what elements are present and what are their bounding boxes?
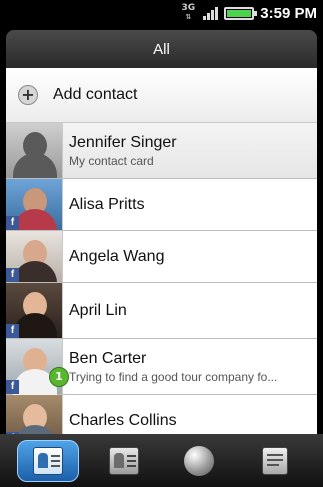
avatar[interactable]: f — [6, 283, 62, 338]
contact-name: Charles Collins — [69, 411, 177, 429]
contact-name: Jennifer Singer — [69, 133, 177, 151]
contact-row-ben-carter[interactable]: f 1 Ben Carter Trying to find a good tou… — [6, 339, 317, 409]
network-label: 3G — [181, 3, 196, 13]
group-cards-icon — [108, 446, 139, 475]
network-3g-icon: 3G ⇅ — [181, 3, 196, 22]
update-count-badge: 1 — [49, 367, 69, 387]
contacts-tab[interactable] — [16, 439, 79, 482]
add-contact-label: Add contact — [53, 86, 138, 103]
battery-icon — [224, 6, 258, 20]
avatar[interactable]: f — [6, 231, 62, 282]
contact-row-alisa-pritts[interactable]: f Alisa Pritts — [6, 179, 317, 231]
add-contact-button[interactable]: + Add contact — [6, 68, 317, 123]
facebook-icon: f — [6, 216, 19, 230]
default-avatar-icon — [6, 123, 62, 178]
filter-header[interactable]: All — [6, 30, 317, 68]
clock: 3:59 PM — [260, 4, 317, 22]
avatar[interactable]: f — [6, 395, 62, 434]
groups-tab[interactable] — [93, 440, 155, 482]
facebook-icon: f — [6, 268, 19, 282]
header-title: All — [153, 40, 170, 58]
bottom-tab-bar — [0, 434, 323, 487]
contact-row-angela-wang[interactable]: f Angela Wang — [6, 231, 317, 283]
globe-icon — [184, 445, 215, 476]
contact-status: Trying to find a good tour company fo... — [69, 369, 278, 384]
contact-name: Angela Wang — [69, 247, 165, 265]
avatar[interactable]: f — [6, 179, 62, 230]
phone-log-icon — [262, 446, 289, 475]
facebook-icon: f — [6, 324, 19, 338]
online-directories-tab[interactable] — [168, 440, 230, 482]
people-card-icon — [32, 446, 63, 475]
contact-name: Alisa Pritts — [69, 195, 145, 213]
contact-name: Ben Carter — [69, 349, 147, 367]
contact-name: April Lin — [69, 301, 127, 319]
signal-strength-icon — [203, 6, 219, 20]
contact-row-april-lin[interactable]: f April Lin — [6, 283, 317, 339]
contact-subtitle: My contact card — [69, 153, 154, 168]
contacts-list[interactable]: + Add contact Jennifer Singer My contact… — [6, 68, 317, 434]
contact-row-charles-collins[interactable]: f Charles Collins — [6, 395, 317, 434]
facebook-icon: f — [6, 380, 19, 394]
contact-row-jennifer-singer[interactable]: Jennifer Singer My contact card — [6, 123, 317, 179]
call-history-tab[interactable] — [244, 440, 306, 482]
status-bar: 3G ⇅ 3:59 PM — [0, 0, 323, 26]
plus-icon: + — [18, 85, 38, 105]
